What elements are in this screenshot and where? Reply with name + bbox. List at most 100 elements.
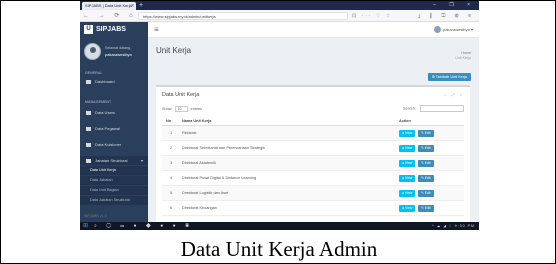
- sidebar-item-label: Dashboard: [95, 79, 115, 84]
- section-general: GENERAL: [85, 71, 103, 75]
- sidebar-footer: SIPJABS v1.0: [84, 214, 107, 218]
- section-management: MANAGEMENT: [85, 100, 112, 104]
- nav-buttons-icon[interactable]: ← → ⟳ ⌂: [83, 10, 137, 22]
- desktop-icon: [86, 158, 91, 163]
- row-number: 3: [170, 161, 173, 165]
- row-number: 6: [170, 206, 173, 210]
- view-button[interactable]: ● View: [399, 130, 416, 137]
- sidebar-item-label: Data Users: [95, 110, 116, 115]
- edit-button[interactable]: ✎ Edit: [418, 190, 434, 197]
- sidebar-item-label: Data Pegawai: [95, 126, 120, 131]
- taskbar-app-icons[interactable]: ⌕ ◯ ▭ ● ◆ ● ● ◉: [94, 222, 193, 230]
- sidebar-profile: Selamat datang, pakarawestbyo: [84, 42, 146, 64]
- row-name: Direktorat Akademik: [182, 161, 216, 165]
- sidebar-item-label: Jabatan Struktural: [95, 158, 128, 163]
- new-tab-icon[interactable]: +: [139, 1, 143, 10]
- users-icon: [86, 110, 91, 115]
- browser-toolbar: ← → ⟳ ⌂ https://www.sipjabs.my.id/admin/…: [80, 10, 479, 22]
- browser-tab[interactable]: SIPJABS | Data Unit Kerja ×: [82, 2, 136, 10]
- row-name: Direktorat Logistik dan Aset: [182, 191, 229, 195]
- box-title: Data Unit Kerja: [162, 92, 200, 98]
- user-menu-name: pakarawestbyo ▾: [442, 27, 473, 32]
- start-icon[interactable]: ⊞: [83, 222, 88, 230]
- view-button[interactable]: ● View: [399, 145, 416, 152]
- row-number: 1: [170, 131, 173, 135]
- table-row: 2 Direktorat Sekretariat dan Perencanaan…: [162, 141, 464, 156]
- avatar: [84, 43, 101, 60]
- window-controls[interactable]: – ❐ ×: [433, 1, 476, 10]
- entries-length: Show 10 entries: [162, 106, 202, 112]
- address-bar[interactable]: https://www.sipjabs.my.id/admin/unitkerj…: [138, 12, 348, 20]
- sidebar-subitem-jabatan[interactable]: Data Jabatan: [80, 176, 148, 185]
- breadcrumb-home[interactable]: Home: [461, 51, 471, 55]
- table-row: 1 Rektorat ● View ✎ Edit: [162, 126, 464, 141]
- os-taskbar: ⊞ ⌕ ◯ ▭ ● ◆ ● ● ◉ ^ ☁ ◢ ⎍ 9:30 PM: [80, 222, 479, 230]
- sidebar-item-label: Data Kuisioner: [95, 142, 122, 147]
- table-row: 4 Direktorat Pusat Digital & Distance Le…: [162, 171, 464, 186]
- entries-select[interactable]: 10: [174, 106, 188, 112]
- breadcrumb-current: Unit Kerja: [455, 56, 471, 60]
- sidebar-item-dashboard[interactable]: Dashboard: [80, 77, 148, 86]
- screenshot: SIPJABS | Data Unit Kerja × + – ❐ × ← → …: [80, 1, 479, 230]
- welcome-text: Selamat datang,: [105, 46, 132, 50]
- column-header-name[interactable]: Nama Unit Kerja: [182, 117, 211, 126]
- hamburger-menu-icon[interactable]: ≡: [154, 22, 159, 38]
- user-avatar-icon: [433, 26, 441, 34]
- sidebar-item-users[interactable]: Data Users: [80, 108, 148, 117]
- sidebar-item-pegawai[interactable]: Data Pegawai: [80, 124, 148, 133]
- system-tray[interactable]: ^ ☁ ◢ ⎍ 9:30 PM: [432, 222, 475, 230]
- page-actions-icon[interactable]: ⊡ ··· ♡ ☆: [352, 10, 392, 22]
- row-number: 4: [170, 176, 173, 180]
- row-name: Direktorat Keuangan: [182, 206, 217, 210]
- table-search: Search:: [403, 105, 464, 112]
- user-menu[interactable]: pakarawestbyo ▾: [433, 22, 473, 38]
- view-button[interactable]: ● View: [399, 205, 416, 212]
- row-name: Rektorat: [182, 131, 197, 135]
- edit-button[interactable]: ✎ Edit: [418, 175, 434, 182]
- sidebar-subitem-unit-bagian[interactable]: Data Unit Bagian: [80, 186, 148, 195]
- table-row: 3 Direktorat Akademik ● View ✎ Edit: [162, 156, 464, 171]
- figure-frame: SIPJABS | Data Unit Kerja × + – ❐ × ← → …: [0, 0, 556, 264]
- view-button[interactable]: ● View: [399, 190, 416, 197]
- home-icon: [86, 79, 91, 84]
- table-header: No Nama Unit Kerja Action: [162, 117, 464, 126]
- row-number: 5: [170, 191, 173, 195]
- row-number: 2: [170, 146, 173, 150]
- sidebar-item-kuisioner[interactable]: Data Kuisioner: [80, 140, 148, 149]
- sidebar-item-jabatan-struktural[interactable]: Jabatan Struktural ▾: [80, 156, 148, 165]
- sidebar-subitem-unit-kerja[interactable]: Data Unit Kerja: [80, 166, 148, 175]
- logo-icon: U: [84, 24, 93, 34]
- browser-menu-icons[interactable]: ⤓ ⫼ ◫ ⚙ ≡: [418, 10, 475, 22]
- app-header: ≡ pakarawestbyo ▾: [148, 22, 479, 38]
- edit-button[interactable]: ✎ Edit: [418, 160, 434, 167]
- data-table-box: Data Unit Kerja – ⤢ × Show 10 entries Se…: [156, 85, 470, 222]
- sidebar: Selamat datang, pakarawestbyo GENERAL Da…: [80, 38, 148, 222]
- page-title: Unit Kerja: [156, 46, 192, 55]
- chevron-down-icon: ▾: [140, 158, 143, 163]
- profile-username: pakarawestbyo: [105, 52, 132, 57]
- add-unit-kerja-button[interactable]: ⊕ Tambah Unit Kerja: [427, 73, 471, 81]
- browser-tab-bar: SIPJABS | Data Unit Kerja × + – ❐ ×: [80, 1, 479, 10]
- row-name: Direktorat Pusat Digital & Distance Lear…: [182, 176, 257, 180]
- entries-label: entries: [190, 107, 203, 111]
- box-tools-icons[interactable]: – ⤢ ×: [444, 92, 464, 97]
- sidebar-subitem-jabatan-struktural[interactable]: Data Jabatan Struktural: [80, 196, 148, 205]
- tab-close-icon[interactable]: ×: [131, 2, 134, 10]
- row-name: Direktorat Sekretariat dan Perencanaan S…: [182, 146, 265, 150]
- view-button[interactable]: ● View: [399, 175, 416, 182]
- figure-caption: Data Unit Kerja Admin: [180, 237, 378, 261]
- show-label: Show: [162, 107, 172, 111]
- edit-button[interactable]: ✎ Edit: [418, 130, 434, 137]
- edit-button[interactable]: ✎ Edit: [418, 205, 434, 212]
- search-label: Search:: [402, 106, 416, 111]
- search-input[interactable]: [420, 105, 464, 112]
- column-header-action: Action: [399, 119, 411, 123]
- edit-button[interactable]: ✎ Edit: [418, 145, 434, 152]
- view-button[interactable]: ● View: [399, 160, 416, 167]
- tab-title: SIPJABS | Data Unit Kerja: [85, 3, 132, 8]
- column-header-no[interactable]: No: [166, 117, 171, 126]
- table-row: 6 Direktorat Keuangan ● View ✎ Edit: [162, 201, 464, 216]
- app-logo[interactable]: U SIPJABS: [80, 22, 148, 38]
- table-icon: [86, 142, 91, 147]
- table-icon: [86, 126, 91, 131]
